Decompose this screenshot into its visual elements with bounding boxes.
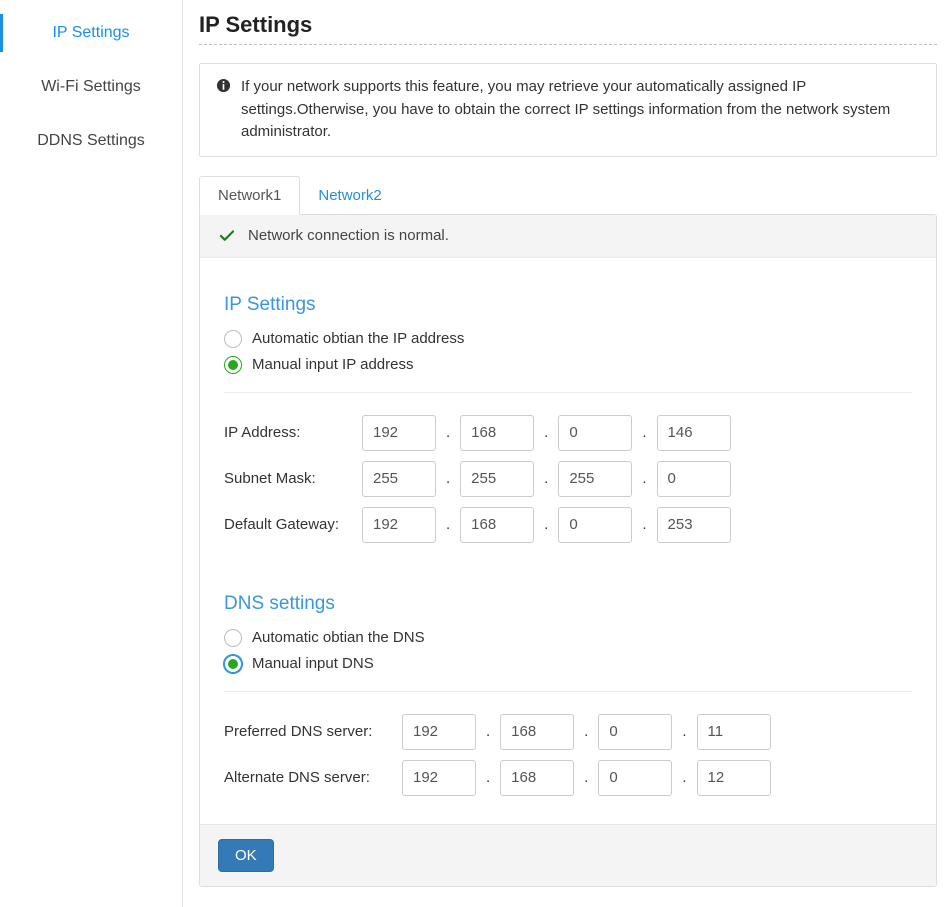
section-divider — [224, 392, 912, 393]
gateway-octet-4[interactable] — [657, 507, 731, 543]
info-banner: If your network supports this feature, y… — [199, 63, 937, 157]
alt-dns-octet-1[interactable] — [402, 760, 476, 796]
network-panel: Network connection is normal. IP Setting… — [199, 214, 937, 887]
mask-octet-2[interactable] — [460, 461, 534, 497]
alt-dns-octet-4[interactable] — [697, 760, 771, 796]
check-icon — [218, 227, 236, 245]
info-icon — [216, 78, 231, 144]
sidebar-item-ip-settings[interactable]: IP Settings — [0, 6, 182, 60]
alternate-dns-label: Alternate DNS server: — [224, 769, 394, 786]
row-alternate-dns: Alternate DNS server: . . . — [224, 760, 912, 796]
ip-octet-3[interactable] — [558, 415, 632, 451]
radio-ip-manual[interactable]: Manual input IP address — [224, 356, 912, 374]
status-text: Network connection is normal. — [248, 227, 449, 244]
row-subnet-mask: Subnet Mask: . . . — [224, 461, 912, 497]
dns-section-title: DNS settings — [224, 593, 912, 615]
alt-dns-octet-3[interactable] — [598, 760, 672, 796]
preferred-dns-label: Preferred DNS server: — [224, 723, 394, 740]
radio-icon — [224, 655, 242, 673]
radio-dns-manual[interactable]: Manual input DNS — [224, 655, 912, 673]
info-text: If your network supports this feature, y… — [241, 76, 920, 144]
tab-network1[interactable]: Network1 — [199, 176, 300, 215]
gateway-octet-2[interactable] — [460, 507, 534, 543]
ip-section-title: IP Settings — [224, 294, 912, 316]
mask-octet-4[interactable] — [657, 461, 731, 497]
alt-dns-octet-2[interactable] — [500, 760, 574, 796]
sidebar: IP Settings Wi-Fi Settings DDNS Settings — [0, 0, 183, 907]
ip-octet-4[interactable] — [657, 415, 731, 451]
pref-dns-octet-1[interactable] — [402, 714, 476, 750]
row-default-gateway: Default Gateway: . . . — [224, 507, 912, 543]
mask-octet-3[interactable] — [558, 461, 632, 497]
radio-icon — [224, 330, 242, 348]
sidebar-item-wifi-settings[interactable]: Wi-Fi Settings — [0, 60, 182, 114]
main-content: IP Settings If your network supports thi… — [183, 0, 947, 907]
tab-network2[interactable]: Network2 — [300, 177, 399, 214]
ok-button[interactable]: OK — [218, 839, 274, 872]
radio-label: Automatic obtian the DNS — [252, 629, 425, 646]
ip-address-label: IP Address: — [224, 424, 354, 441]
pref-dns-octet-4[interactable] — [697, 714, 771, 750]
mask-octet-1[interactable] — [362, 461, 436, 497]
radio-ip-auto[interactable]: Automatic obtian the IP address — [224, 330, 912, 348]
pref-dns-octet-2[interactable] — [500, 714, 574, 750]
radio-icon — [224, 356, 242, 374]
tabs: Network1 Network2 — [199, 175, 937, 214]
gateway-octet-3[interactable] — [558, 507, 632, 543]
radio-icon — [224, 629, 242, 647]
status-bar: Network connection is normal. — [200, 215, 936, 258]
gateway-label: Default Gateway: — [224, 516, 354, 533]
title-divider — [199, 44, 937, 45]
sidebar-item-ddns-settings[interactable]: DDNS Settings — [0, 114, 182, 168]
row-ip-address: IP Address: . . . — [224, 415, 912, 451]
subnet-mask-label: Subnet Mask: — [224, 470, 354, 487]
radio-label: Manual input DNS — [252, 655, 374, 672]
panel-footer: OK — [200, 824, 936, 886]
section-divider — [224, 691, 912, 692]
row-preferred-dns: Preferred DNS server: . . . — [224, 714, 912, 750]
gateway-octet-1[interactable] — [362, 507, 436, 543]
pref-dns-octet-3[interactable] — [598, 714, 672, 750]
radio-label: Manual input IP address — [252, 356, 414, 373]
radio-label: Automatic obtian the IP address — [252, 330, 464, 347]
ip-octet-2[interactable] — [460, 415, 534, 451]
page-title: IP Settings — [199, 12, 937, 38]
radio-dns-auto[interactable]: Automatic obtian the DNS — [224, 629, 912, 647]
ip-octet-1[interactable] — [362, 415, 436, 451]
